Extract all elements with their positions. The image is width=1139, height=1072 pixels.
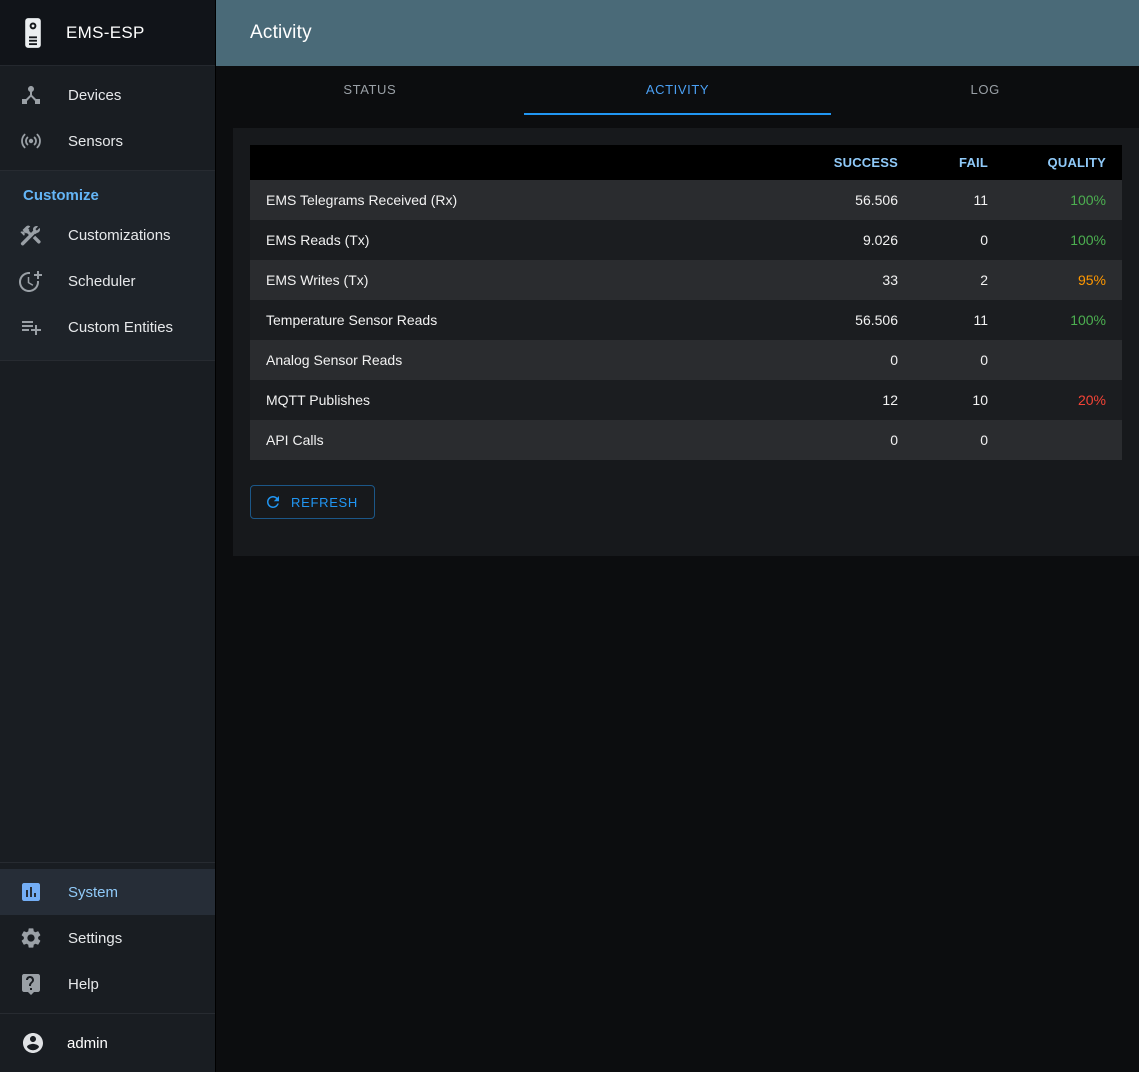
sidebar-item-devices[interactable]: Devices <box>0 72 215 118</box>
tab-activity[interactable]: ACTIVITY <box>524 66 832 115</box>
row-label: Analog Sensor Reads <box>250 340 774 380</box>
sidebar-user-admin[interactable]: admin <box>0 1014 215 1072</box>
row-fail: 0 <box>914 220 1004 260</box>
sidebar-item-system[interactable]: System <box>0 869 215 915</box>
playlist-add-icon <box>19 315 43 339</box>
column-header-success: SUCCESS <box>774 145 914 180</box>
brand-title: EMS-ESP <box>66 23 145 43</box>
table-row: Temperature Sensor Reads 56.506 11 100% <box>250 300 1122 340</box>
more-time-icon <box>19 269 43 293</box>
table-header-row: SUCCESS FAIL QUALITY <box>250 145 1122 180</box>
sidebar-item-help[interactable]: Help <box>0 961 215 1007</box>
gear-icon <box>19 926 43 950</box>
sidebar-item-label: Customizations <box>68 227 171 244</box>
sidebar-item-scheduler[interactable]: Scheduler <box>0 258 215 304</box>
sidebar-item-label: Help <box>68 976 99 993</box>
table-row: EMS Telegrams Received (Rx) 56.506 11 10… <box>250 180 1122 220</box>
row-quality: 100% <box>1004 220 1122 260</box>
construction-icon <box>19 223 43 247</box>
row-label: Temperature Sensor Reads <box>250 300 774 340</box>
sidebar: EMS-ESP Devices Sensors Customize C <box>0 0 216 1072</box>
ems-esp-logo-icon <box>16 16 50 50</box>
sidebar-item-label: Scheduler <box>68 273 136 290</box>
row-label: API Calls <box>250 420 774 460</box>
column-header-fail: FAIL <box>914 145 1004 180</box>
table-row: API Calls 0 0 <box>250 420 1122 460</box>
sidebar-main-group: Devices Sensors <box>0 66 215 170</box>
tab-log[interactable]: LOG <box>831 66 1139 115</box>
help-icon <box>19 972 43 996</box>
account-circle-icon <box>21 1031 45 1055</box>
sidebar-item-label: Sensors <box>68 133 123 150</box>
page-title: Activity <box>250 22 312 44</box>
row-quality: 95% <box>1004 260 1122 300</box>
table-row: EMS Reads (Tx) 9.026 0 100% <box>250 220 1122 260</box>
refresh-icon <box>264 493 282 511</box>
user-name: admin <box>67 1035 108 1052</box>
activity-panel: SUCCESS FAIL QUALITY EMS Telegrams Recei… <box>233 128 1139 556</box>
row-quality: 20% <box>1004 380 1122 420</box>
sidebar-spacer <box>0 361 215 862</box>
table-row: MQTT Publishes 12 10 20% <box>250 380 1122 420</box>
row-quality <box>1004 340 1122 380</box>
row-success: 0 <box>774 340 914 380</box>
sensors-icon <box>19 129 43 153</box>
row-fail: 11 <box>914 300 1004 340</box>
activity-table: SUCCESS FAIL QUALITY EMS Telegrams Recei… <box>250 145 1122 460</box>
activity-table-body: EMS Telegrams Received (Rx) 56.506 11 10… <box>250 180 1122 460</box>
column-header-quality: QUALITY <box>1004 145 1122 180</box>
row-success: 0 <box>774 420 914 460</box>
table-row: Analog Sensor Reads 0 0 <box>250 340 1122 380</box>
sidebar-item-label: Custom Entities <box>68 319 173 336</box>
row-quality: 100% <box>1004 180 1122 220</box>
row-label: EMS Telegrams Received (Rx) <box>250 180 774 220</box>
tabbar: STATUS ACTIVITY LOG <box>216 66 1139 115</box>
row-success: 56.506 <box>774 180 914 220</box>
sidebar-item-sensors[interactable]: Sensors <box>0 118 215 164</box>
main-area: Activity STATUS ACTIVITY LOG SUCCESS FAI… <box>216 0 1139 1072</box>
sidebar-item-customizations[interactable]: Customizations <box>0 212 215 258</box>
row-fail: 0 <box>914 340 1004 380</box>
bar-chart-icon <box>19 880 43 904</box>
row-fail: 11 <box>914 180 1004 220</box>
row-fail: 0 <box>914 420 1004 460</box>
sidebar-item-label: Devices <box>68 87 121 104</box>
row-success: 56.506 <box>774 300 914 340</box>
sidebar-item-settings[interactable]: Settings <box>0 915 215 961</box>
refresh-button[interactable]: REFRESH <box>250 485 375 519</box>
customize-section-label: Customize <box>0 171 215 212</box>
refresh-button-label: REFRESH <box>291 495 358 510</box>
row-success: 12 <box>774 380 914 420</box>
appbar: Activity <box>216 0 1139 66</box>
row-success: 33 <box>774 260 914 300</box>
row-success: 9.026 <box>774 220 914 260</box>
table-row: EMS Writes (Tx) 33 2 95% <box>250 260 1122 300</box>
sidebar-item-custom-entities[interactable]: Custom Entities <box>0 304 215 350</box>
tab-status[interactable]: STATUS <box>216 66 524 115</box>
row-quality: 100% <box>1004 300 1122 340</box>
sidebar-item-label: Settings <box>68 930 122 947</box>
row-fail: 2 <box>914 260 1004 300</box>
sidebar-bottom-group: System Settings Help <box>0 863 215 1013</box>
column-header-label <box>250 145 774 180</box>
row-label: MQTT Publishes <box>250 380 774 420</box>
sidebar-item-label: System <box>68 884 118 901</box>
row-label: EMS Reads (Tx) <box>250 220 774 260</box>
row-label: EMS Writes (Tx) <box>250 260 774 300</box>
row-quality <box>1004 420 1122 460</box>
sidebar-header: EMS-ESP <box>0 0 215 66</box>
row-fail: 10 <box>914 380 1004 420</box>
device-hub-icon <box>19 83 43 107</box>
sidebar-customize-section: Customize Customizations Scheduler Custo… <box>0 171 215 361</box>
